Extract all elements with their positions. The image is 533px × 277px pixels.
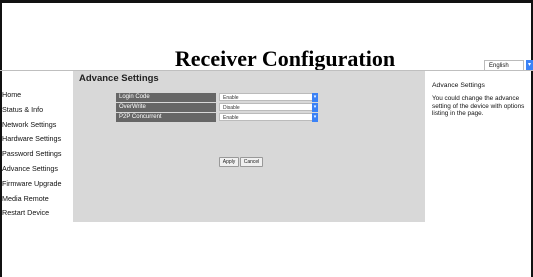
p2p-concurrent-select[interactable]: Enable [219,113,314,121]
help-title: Advance Settings [432,82,485,89]
help-text: You could change the advance setting of … [432,95,525,117]
form-row-login-code: Login Code Enable ▾ [116,93,386,102]
form-row-overwrite: OverWrite Disable ▾ [116,103,386,112]
sidebar-item-restart-device[interactable]: Restart Device [2,206,72,221]
field-label: Login Code [116,93,216,102]
login-code-select[interactable]: Enable [219,93,314,101]
sidebar-item-advance-settings[interactable]: Advance Settings [2,162,72,177]
sidebar-item-media-remote[interactable]: Media Remote [2,192,72,207]
field-label: P2P Concurrent [116,113,216,122]
chevron-down-icon[interactable]: ▾ [312,93,318,102]
chevron-down-icon[interactable]: ▾ [312,113,318,122]
main-panel: Advance Settings Login Code Enable ▾ Ove… [73,71,425,222]
apply-button[interactable]: Apply [219,157,239,167]
sidebar-item-network-settings[interactable]: Network Settings [2,118,72,133]
section-title: Advance Settings [79,73,159,84]
sidebar-item-status-info[interactable]: Status & Info [2,103,72,118]
page-title: Receiver Configuration [174,46,396,71]
cancel-button[interactable]: Cancel [240,157,263,167]
field-label: OverWrite [116,103,216,112]
form-row-p2p-concurrent: P2P Concurrent Enable ▾ [116,113,386,122]
sidebar-item-home[interactable]: Home [2,88,72,103]
overwrite-select[interactable]: Disable [219,103,314,111]
sidebar: Home Status & Info Network Settings Hard… [2,88,72,221]
sidebar-item-firmware-upgrade[interactable]: Firmware Upgrade [2,177,72,192]
sidebar-item-password-settings[interactable]: Password Settings [2,147,72,162]
sidebar-item-hardware-settings[interactable]: Hardware Settings [2,132,72,147]
chevron-down-icon[interactable]: ▾ [312,103,318,112]
window-frame-top [0,0,533,3]
